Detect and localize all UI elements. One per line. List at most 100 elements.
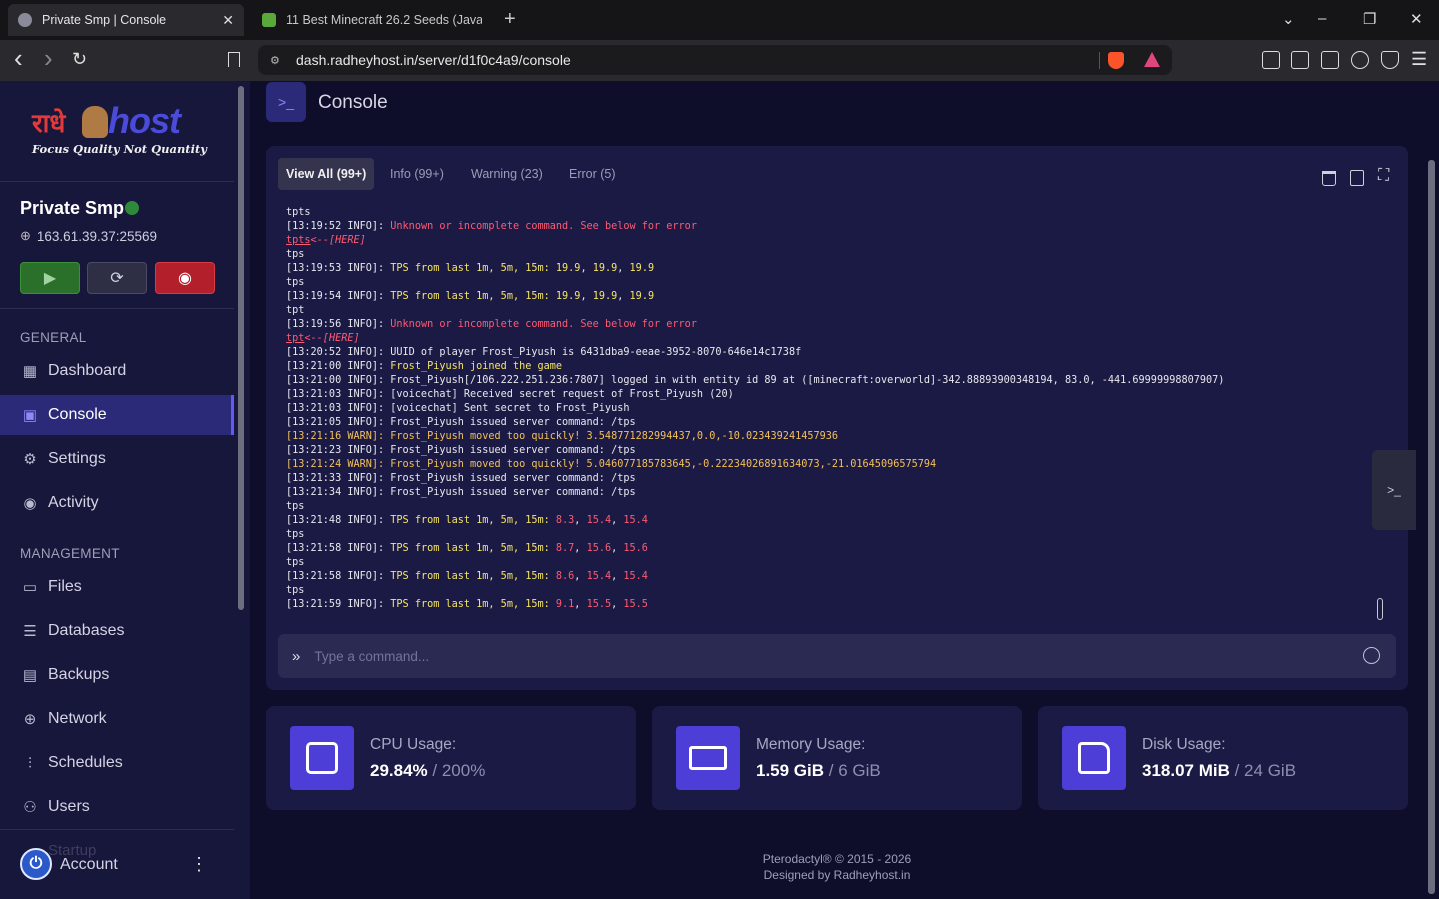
tab-warning[interactable]: Warning (23) [463, 158, 551, 190]
avatar[interactable]: ⏻ [20, 848, 52, 880]
sidebar-item-files[interactable]: ▭ Files [0, 567, 234, 607]
console-segment: [13:21:03 INFO]: [voicechat] Received se… [286, 389, 734, 400]
console-segment: TPS from last 1m, 5m, 15m: [390, 263, 556, 274]
console-segment: 15.4 [586, 571, 612, 582]
address-bar[interactable]: ⚙ dash.radheyhost.in/server/d1f0c4a9/con… [258, 45, 1172, 75]
reload-button[interactable]: ↻ [72, 49, 87, 70]
console-segment: 8.7 [555, 543, 575, 554]
leo-ai-icon[interactable] [1351, 51, 1369, 69]
stat-current: 29.84% [370, 761, 428, 780]
account-bar[interactable]: Startup ⏻ Account ⋮ [0, 829, 234, 899]
forward-button[interactable]: › [44, 43, 53, 74]
console-line: [13:21:03 INFO]: [voicechat] Received se… [286, 388, 1366, 402]
wallet-icon[interactable] [1321, 51, 1339, 69]
globe-icon: ⊕ [23, 711, 37, 728]
brand-logo[interactable]: राधे host Focus Quality Not Quantity [30, 100, 207, 164]
console-line: [13:21:48 INFO]: TPS from last 1m, 5m, 1… [286, 514, 1366, 528]
maximize-button[interactable]: ❐ [1363, 10, 1376, 28]
server-status-indicator [125, 201, 139, 215]
sliders-icon: ⫶ [28, 754, 32, 772]
tab-info[interactable]: Info (99+) [382, 158, 452, 190]
sidebar-item-activity[interactable]: ◉ Activity [0, 483, 234, 523]
cpu-usage-card: CPU Usage: 29.84% / 200% [266, 706, 636, 810]
network-icon: ⊕ [20, 228, 31, 243]
archive-icon: ▤ [22, 667, 38, 684]
sidebar-item-network[interactable]: ⊕ Network [0, 699, 234, 739]
brave-rewards-icon[interactable] [1144, 52, 1160, 67]
sidebar-item-backups[interactable]: ▤ Backups [0, 655, 234, 695]
close-tab-icon[interactable]: ✕ [222, 12, 234, 29]
console-segment: 15.5 [623, 599, 648, 610]
browser-toolbar: ‹ › ↻ ⚙ dash.radheyhost.in/server/d1f0c4… [0, 40, 1439, 81]
console-segment: <--[HERE] [310, 235, 366, 246]
tab-search-button[interactable]: ⌄ [1282, 10, 1295, 28]
logo-host-text: host [108, 100, 181, 141]
command-input-box[interactable]: » [278, 634, 1396, 678]
console-line: [13:20:52 INFO]: UUID of player Frost_Pi… [286, 346, 1366, 360]
console-segment: , [611, 543, 624, 554]
more-options-icon[interactable]: ⋮ [190, 854, 208, 875]
tab-error[interactable]: Error (5) [561, 158, 624, 190]
server-name: Private Smp [20, 198, 125, 218]
trash-icon[interactable] [1322, 171, 1336, 186]
sidebar-item-label: Console [48, 406, 107, 423]
sidebar-item-label: Activity [48, 494, 99, 511]
command-input[interactable] [314, 648, 1315, 664]
console-line: [13:21:05 INFO]: Frost_Piyush issued ser… [286, 416, 1366, 430]
logo-mascot-icon [82, 106, 108, 138]
console-line: [13:21:33 INFO]: Frost_Piyush issued ser… [286, 472, 1366, 486]
folder-icon: ▭ [22, 579, 38, 596]
page-scrollbar[interactable] [1428, 160, 1435, 894]
server-address[interactable]: ⊕ 163.61.39.37:25569 [20, 228, 157, 244]
console-segment: 19.9 [592, 291, 618, 302]
tab-console[interactable]: Private Smp | Console ✕ [8, 4, 244, 36]
restart-server-button[interactable]: ⟳ [87, 262, 147, 294]
console-segment: [13:21:05 INFO]: Frost_Piyush issued ser… [286, 417, 636, 428]
site-favicon-icon [18, 13, 32, 27]
terminal-shortcut-button[interactable]: >_ [1372, 450, 1416, 530]
new-tab-button[interactable]: + [504, 8, 516, 31]
sidebar-item-settings[interactable]: ⚙ Settings [0, 439, 234, 479]
tab-view-all[interactable]: View All (99+) [278, 158, 375, 190]
sidebar-item-schedules[interactable]: ⫶ Schedules [0, 743, 234, 783]
close-window-button[interactable]: ✕ [1410, 10, 1423, 28]
history-icon[interactable] [1363, 647, 1380, 664]
bookmark-icon[interactable] [228, 52, 240, 67]
sidebar-item-dashboard[interactable]: ▦ Dashboard [0, 351, 234, 391]
sidebar-item-label: Schedules [48, 754, 123, 771]
vpn-shield-icon[interactable] [1381, 51, 1399, 69]
console-segment: , [574, 599, 587, 610]
sidebar-item-databases[interactable]: ☰ Databases [0, 611, 234, 651]
tab-title: Private Smp | Console [42, 13, 167, 27]
back-button[interactable]: ‹ [14, 43, 23, 74]
stat-max: / 200% [427, 761, 486, 780]
console-segment: tps [286, 529, 305, 540]
start-server-button[interactable]: ▶ [20, 262, 80, 294]
clipboard-icon[interactable] [1350, 170, 1364, 186]
console-line: tps [286, 500, 1366, 514]
menu-icon[interactable]: ☰ [1411, 49, 1427, 70]
extensions-icon[interactable] [1262, 51, 1280, 69]
sidebar-toggle-icon[interactable] [1291, 51, 1309, 69]
minimize-button[interactable]: – [1318, 10, 1326, 27]
console-segment: [13:21:58 INFO]: [286, 571, 391, 582]
console-line: [13:19:56 INFO]: Unknown or incomplete c… [286, 318, 1366, 332]
site-settings-icon[interactable]: ⚙ [270, 54, 284, 67]
console-scrollbar[interactable] [1377, 598, 1383, 620]
sidebar-divider [0, 308, 234, 309]
sidebar-scrollbar[interactable] [238, 86, 244, 610]
console-segment: , [611, 515, 624, 526]
sidebar-item-console[interactable]: ▣ Console [0, 395, 234, 435]
console-segment: Frost_Piyush joined the game [390, 361, 563, 372]
sidebar-item-users[interactable]: ⚇ Users [0, 787, 234, 827]
fullscreen-icon[interactable]: ⛶ [1378, 167, 1394, 185]
stop-server-button[interactable]: ◉ [155, 262, 215, 294]
console-segment: tps [286, 557, 305, 568]
sidebar-item-label: Users [48, 798, 90, 815]
console-line: tpts [286, 206, 1366, 220]
console-segment: , [580, 291, 593, 302]
save-icon [1062, 726, 1126, 790]
console-segment: 15.4 [623, 571, 648, 582]
tab-minecraft-seeds[interactable]: 11 Best Minecraft 26.2 Seeds (Java & [252, 4, 492, 36]
brave-shields-icon[interactable] [1108, 52, 1124, 69]
